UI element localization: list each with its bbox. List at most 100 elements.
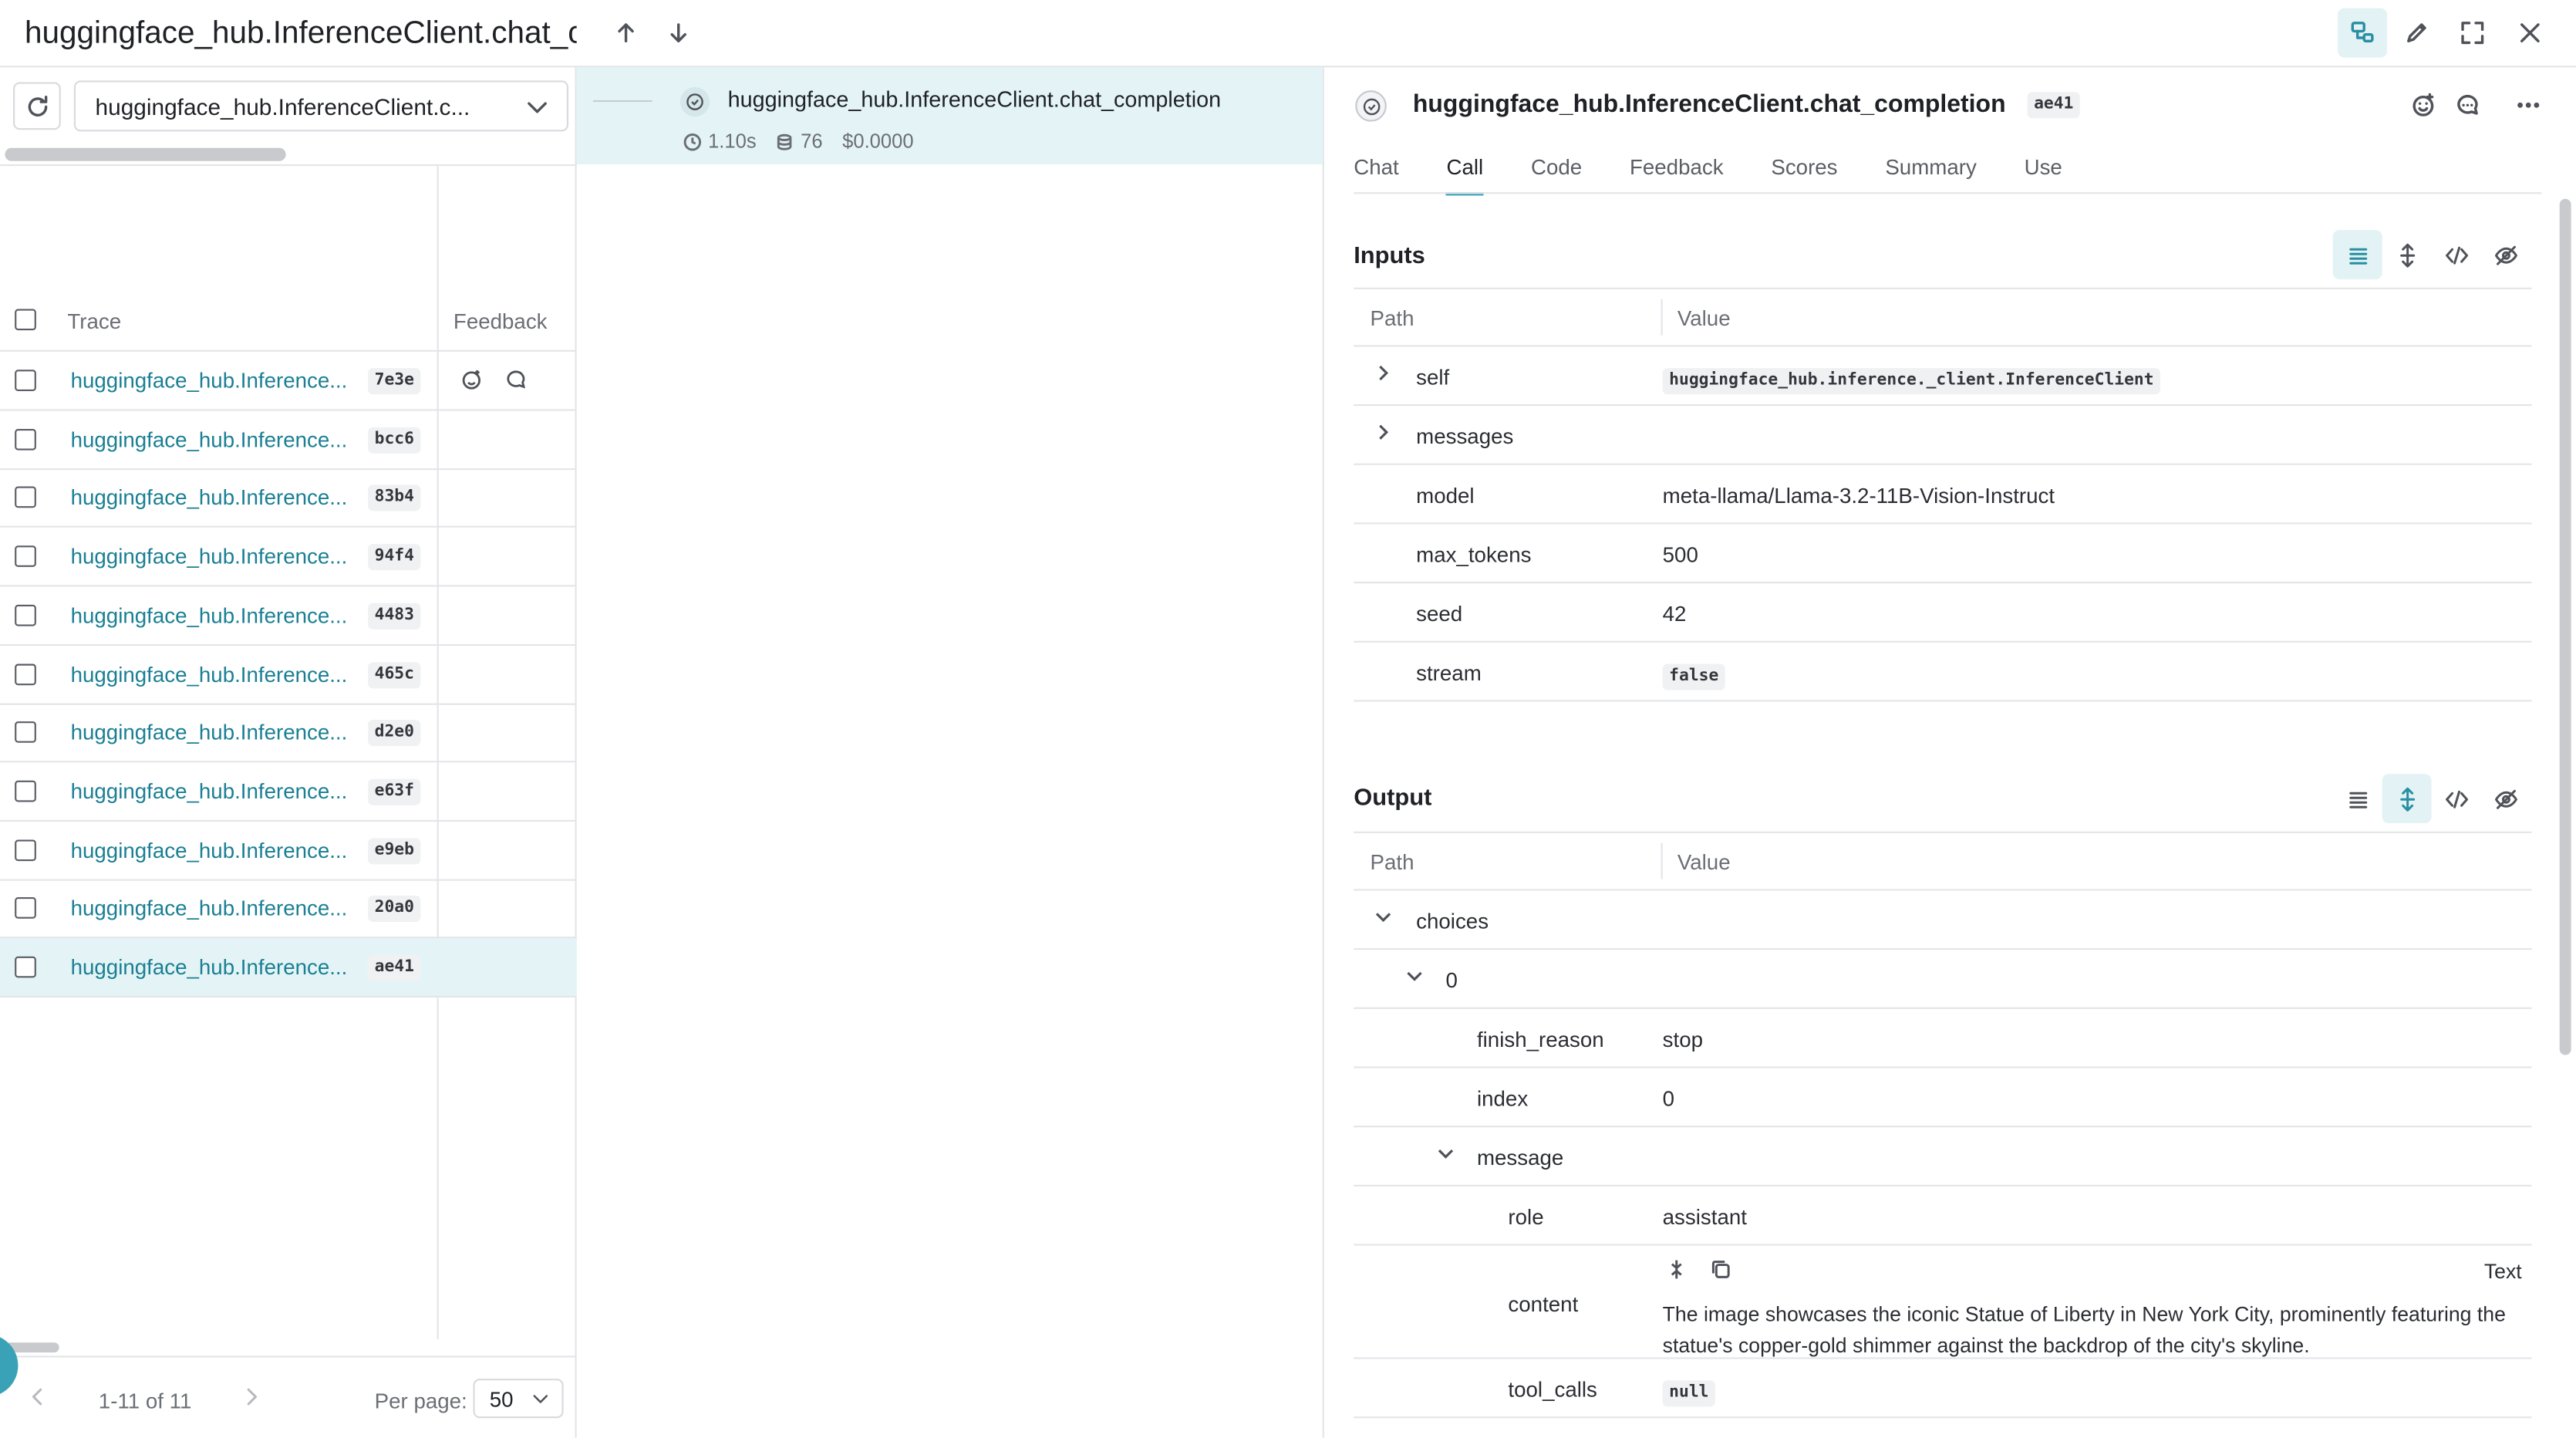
row-checkbox[interactable] xyxy=(15,487,36,509)
output-row-choice-0[interactable]: 0 xyxy=(1354,950,2532,1009)
output-hide-button[interactable] xyxy=(2480,774,2530,823)
row-checkbox[interactable] xyxy=(15,956,36,978)
next-page-button[interactable] xyxy=(240,1386,263,1409)
call-id-badge[interactable]: ae41 xyxy=(2027,92,2080,119)
close-button[interactable] xyxy=(2515,18,2544,47)
table-row[interactable]: huggingface_hub.Inference... 94f4 xyxy=(0,528,577,587)
trace-name-link[interactable]: huggingface_hub.Inference... xyxy=(71,896,348,921)
row-checkbox[interactable] xyxy=(15,780,36,802)
table-row[interactable]: huggingface_hub.Inference... e63f xyxy=(0,762,577,822)
row-checkbox[interactable] xyxy=(15,370,36,391)
output-list-view-button[interactable] xyxy=(2333,774,2382,823)
row-checkbox[interactable] xyxy=(15,428,36,450)
row-key: seed xyxy=(1416,601,1463,626)
horizontal-scrollbar[interactable] xyxy=(5,147,286,161)
output-row-choices[interactable]: choices xyxy=(1354,891,2532,950)
trace-column-header[interactable]: Trace xyxy=(67,309,121,333)
chevron-down-icon[interactable] xyxy=(1404,966,1428,989)
tab-chat[interactable]: Chat xyxy=(1354,153,1399,195)
next-trace-button[interactable] xyxy=(664,18,693,47)
output-expand-button[interactable] xyxy=(2382,774,2432,824)
refresh-button[interactable] xyxy=(13,82,61,130)
call-title: huggingface_hub.InferenceClient.chat_com… xyxy=(1412,90,2006,119)
add-note-button[interactable] xyxy=(504,368,528,399)
table-row[interactable]: huggingface_hub.Inference... d2e0 xyxy=(0,704,577,763)
call-tabs: Chat Call Code Feedback Scores Summary Use xyxy=(1354,153,2109,196)
tab-use[interactable]: Use xyxy=(2025,153,2062,195)
feedback-column-header[interactable]: Feedback xyxy=(453,309,548,333)
tab-scores[interactable]: Scores xyxy=(1771,153,1837,195)
row-value: assistant xyxy=(1662,1204,1747,1230)
trace-id-badge: ae41 xyxy=(368,954,421,981)
trace-name-link[interactable]: huggingface_hub.Inference... xyxy=(71,603,348,627)
trace-id-badge: 465c xyxy=(368,661,421,688)
more-options-button[interactable] xyxy=(2515,92,2541,118)
op-filter-select[interactable]: huggingface_hub.InferenceClient.c... xyxy=(73,80,569,132)
trace-name-link[interactable]: huggingface_hub.Inference... xyxy=(71,427,348,451)
tab-call[interactable]: Call xyxy=(1446,153,1484,196)
chevron-down-icon xyxy=(529,1387,552,1410)
add-reaction-button[interactable] xyxy=(460,368,483,399)
inputs-expand-button[interactable] xyxy=(2382,230,2432,279)
table-row[interactable]: huggingface_hub.Inference... 465c xyxy=(0,645,577,704)
row-checkbox[interactable] xyxy=(15,839,36,861)
content-type-label[interactable]: Text xyxy=(2484,1261,2522,1284)
fullscreen-button[interactable] xyxy=(2458,18,2487,47)
tab-summary[interactable]: Summary xyxy=(1885,153,1976,195)
add-reaction-button[interactable] xyxy=(2410,92,2436,118)
row-key: index xyxy=(1476,1085,1529,1111)
inputs-code-view-button[interactable] xyxy=(2432,230,2481,279)
vertical-scrollbar[interactable] xyxy=(2559,198,2571,1055)
copy-button[interactable] xyxy=(1710,1259,1731,1285)
row-checkbox[interactable] xyxy=(15,604,36,626)
chevron-right-icon[interactable] xyxy=(1374,363,1397,387)
table-row[interactable]: huggingface_hub.Inference... bcc6 xyxy=(0,410,577,470)
collapse-text-button[interactable] xyxy=(1666,1259,1688,1285)
table-row[interactable]: huggingface_hub.Inference... 7e3e xyxy=(0,352,577,411)
trace-id-badge: 7e3e xyxy=(368,368,421,395)
trace-id-badge: 20a0 xyxy=(368,896,421,923)
add-note-button[interactable] xyxy=(2454,92,2480,118)
trace-name-link[interactable]: huggingface_hub.Inference... xyxy=(71,955,348,980)
output-row-message[interactable]: message xyxy=(1354,1127,2532,1187)
inputs-list-view-button[interactable] xyxy=(2332,230,2382,280)
inputs-hide-button[interactable] xyxy=(2480,230,2530,279)
row-key: choices xyxy=(1416,908,1489,933)
edit-button[interactable] xyxy=(2402,18,2431,47)
table-row[interactable]: huggingface_hub.Inference... ae41 xyxy=(0,938,577,997)
trace-name-link[interactable]: huggingface_hub.Inference... xyxy=(71,778,348,803)
chevron-down-icon[interactable] xyxy=(1374,907,1397,930)
trace-name-link[interactable]: huggingface_hub.Inference... xyxy=(71,485,348,510)
output-code-view-button[interactable] xyxy=(2432,774,2481,823)
code-icon xyxy=(2445,245,2467,264)
path-column-header: Path xyxy=(1370,305,1414,331)
row-checkbox[interactable] xyxy=(15,897,36,920)
trace-name-link[interactable]: huggingface_hub.Inference... xyxy=(71,544,348,569)
input-row-messages[interactable]: messages xyxy=(1354,406,2532,465)
chevron-down-icon[interactable] xyxy=(1436,1144,1459,1167)
output-view-toolbar xyxy=(2333,774,2530,824)
trace-name-link[interactable]: huggingface_hub.Inference... xyxy=(71,661,348,686)
per-page-label: Per page: xyxy=(374,1388,467,1413)
tab-code[interactable]: Code xyxy=(1531,153,1582,195)
per-page-select[interactable]: 50 xyxy=(473,1379,564,1419)
table-row[interactable]: huggingface_hub.Inference... 4483 xyxy=(0,586,577,646)
chevron-right-icon[interactable] xyxy=(1374,422,1397,445)
trace-name-link[interactable]: huggingface_hub.Inference... xyxy=(71,368,348,393)
row-checkbox[interactable] xyxy=(15,663,36,685)
select-all-checkbox[interactable] xyxy=(15,309,36,331)
table-row[interactable]: huggingface_hub.Inference... e9eb xyxy=(0,821,577,880)
input-row-self[interactable]: self huggingface_hub.inference._client.I… xyxy=(1354,346,2532,407)
prev-page-button[interactable] xyxy=(26,1386,49,1409)
tab-feedback[interactable]: Feedback xyxy=(1630,153,1724,195)
row-checkbox[interactable] xyxy=(15,545,36,568)
table-row[interactable]: huggingface_hub.Inference... 83b4 xyxy=(0,469,577,528)
trace-tree-node[interactable]: huggingface_hub.InferenceClient.chat_com… xyxy=(576,67,1323,165)
value-column-header: Value xyxy=(1677,305,1731,331)
previous-trace-button[interactable] xyxy=(611,18,640,47)
toggle-tree-view-button[interactable] xyxy=(2338,8,2388,58)
table-row[interactable]: huggingface_hub.Inference... 20a0 xyxy=(0,879,577,939)
row-checkbox[interactable] xyxy=(15,721,36,744)
trace-name-link[interactable]: huggingface_hub.Inference... xyxy=(71,720,348,744)
trace-name-link[interactable]: huggingface_hub.Inference... xyxy=(71,837,348,862)
